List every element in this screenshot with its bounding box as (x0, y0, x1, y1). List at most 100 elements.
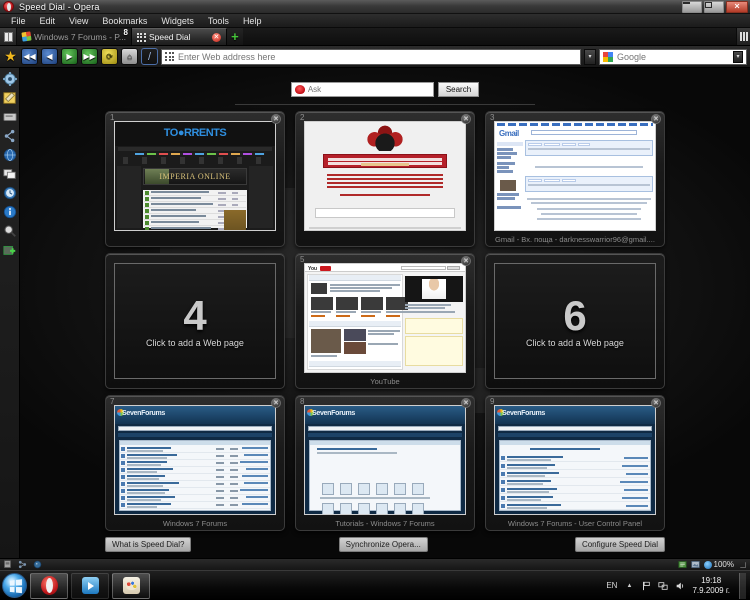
maximize-button[interactable] (704, 0, 724, 13)
speed-dial-cell-3[interactable]: 3 ✕ Gmail Gmail - Вх. поща - darknesswar… (485, 111, 665, 247)
panel-toggle-button[interactable] (0, 28, 17, 45)
image-toggle-icon[interactable] (3, 560, 12, 569)
search-input[interactable] (617, 51, 729, 62)
close-icon[interactable]: ✕ (271, 398, 281, 408)
cell-number: 8 (300, 397, 305, 406)
close-icon[interactable]: ✕ (461, 256, 471, 266)
synchronize-opera-button[interactable]: Synchronize Opera... (338, 537, 428, 552)
address-input[interactable] (178, 51, 577, 62)
cell-caption: Windows 7 Forums (162, 519, 228, 528)
fit-to-width-icon[interactable] (677, 560, 687, 569)
magnifier-icon[interactable] (3, 224, 17, 238)
rewind-button[interactable]: ◀◀ (21, 48, 38, 65)
configure-speed-dial-button[interactable]: Configure Speed Dial (574, 537, 665, 552)
windows-start-orb-icon[interactable] (2, 573, 27, 598)
image-mode-icon[interactable] (690, 560, 700, 569)
what-is-speed-dial-button[interactable]: What is Speed Dial? (105, 537, 192, 552)
address-dropdown-button[interactable]: ▾ (584, 48, 596, 65)
cell-thumbnail: Gmail (494, 121, 656, 231)
search-dropdown-button[interactable]: ▾ (733, 50, 743, 63)
add-panel-icon[interactable] (2, 243, 17, 257)
drive-icon[interactable] (2, 110, 17, 124)
ask-search-button[interactable]: Search (437, 81, 480, 97)
fast-forward-button[interactable]: ▶▶ (81, 48, 98, 65)
windows-stack-icon[interactable] (2, 167, 17, 181)
back-button[interactable]: ◀ (41, 48, 58, 65)
home-button[interactable]: ⌂ (121, 48, 138, 65)
menu-widgets[interactable]: Widgets (155, 15, 200, 27)
close-icon[interactable]: ✕ (461, 398, 471, 408)
address-bar[interactable] (161, 48, 581, 65)
taskbar-paint[interactable] (112, 572, 150, 599)
taskbar-media-player[interactable] (71, 572, 109, 599)
menu-file[interactable]: File (5, 15, 32, 27)
speed-dial-cell-1[interactable]: 1 ✕ TO●RRENTS IMPERIA ONLINE (105, 111, 285, 247)
gear-icon[interactable] (2, 72, 17, 86)
cell-thumbnail: SevenForums (494, 405, 656, 515)
history-clock-icon[interactable] (3, 186, 17, 200)
speed-dial-cell-5[interactable]: 5 ✕ You YouTube (295, 253, 475, 389)
new-tab-button[interactable]: + (227, 28, 243, 45)
panel-toggle-icon (3, 31, 13, 42)
cell-caption: Windows 7 Forums - User Control Panel (507, 519, 643, 528)
tab-menu-button[interactable] (736, 28, 750, 45)
reload-button[interactable]: ⟳ (101, 48, 118, 65)
stop-button[interactable]: / (141, 48, 158, 65)
close-icon: ✕ (734, 3, 740, 10)
tab-close-icon[interactable]: ✕ (211, 32, 221, 42)
fast-forward-icon: ▶▶ (83, 52, 96, 61)
menu-view[interactable]: View (63, 15, 94, 27)
close-button[interactable]: ✕ (726, 0, 748, 13)
search-bar[interactable]: ▾ (599, 48, 747, 65)
tab-speed-dial[interactable]: Speed Dial ✕ (131, 28, 227, 45)
show-hidden-icons-button[interactable]: ▲ (624, 581, 634, 591)
cookie-icon[interactable] (33, 560, 42, 569)
speed-dial-cell-2[interactable]: 2 ✕ (295, 111, 475, 247)
zoom-control[interactable]: 100% (703, 560, 734, 569)
notes-pencil-icon[interactable] (2, 91, 17, 105)
close-icon[interactable]: ✕ (651, 398, 661, 408)
speed-dial-cell-9[interactable]: 9 ✕ SevenForums Windows 7 Forums - User … (485, 395, 665, 531)
taskbar-clock[interactable]: 19:18 7.9.2009 г. (692, 576, 730, 596)
forward-button[interactable]: ▶ (61, 48, 78, 65)
menu-tools[interactable]: Tools (202, 15, 235, 27)
menu-help[interactable]: Help (237, 15, 268, 27)
cell-number: 1 (110, 113, 115, 122)
cell-thumbnail: You (304, 263, 466, 373)
speed-dial-cell-6[interactable]: 6 Click to add a Web page (485, 253, 665, 389)
cell-thumbnail: SevenForums (304, 405, 466, 515)
close-icon[interactable]: ✕ (651, 114, 661, 124)
cell-caption: Tutorials - Windows 7 Forums (335, 519, 435, 528)
close-icon[interactable]: ✕ (271, 114, 281, 124)
taskbar-opera[interactable] (30, 572, 68, 599)
close-icon[interactable]: ✕ (461, 114, 471, 124)
tab-windows7-forums[interactable]: Windows 7 Forums - P... 8 (17, 28, 132, 45)
show-desktop-button[interactable] (739, 572, 746, 599)
links-icon[interactable] (3, 129, 17, 143)
star-icon[interactable]: ★ (3, 49, 18, 64)
menu-bookmarks[interactable]: Bookmarks (96, 15, 153, 27)
flag-icon[interactable] (641, 581, 651, 591)
menu-edit[interactable]: Edit (34, 15, 62, 27)
info-icon[interactable] (3, 205, 17, 219)
speed-dial-grid-icon (165, 52, 174, 61)
volume-icon[interactable] (675, 581, 685, 591)
language-indicator[interactable]: EN (606, 581, 617, 590)
globe-icon[interactable] (3, 148, 17, 162)
title-bar: Speed Dial - Opera ✕ (0, 0, 750, 14)
resize-grip-icon[interactable] (738, 560, 747, 569)
ask-search-input[interactable] (307, 84, 430, 94)
network-icon[interactable] (658, 581, 669, 591)
google-icon (603, 51, 613, 62)
ask-search-box[interactable] (290, 81, 434, 97)
media-player-icon (81, 577, 99, 594)
speed-dial-cell-7[interactable]: 7 ✕ SevenForums Windows 7 Forums (105, 395, 285, 531)
minimize-button[interactable] (682, 0, 702, 13)
zoom-level: 100% (713, 560, 734, 569)
speed-dial-cell-8[interactable]: 8 ✕ SevenForums Tutorials - Windows 7 Fo… (295, 395, 475, 531)
window-title: Speed Dial - Opera (19, 1, 100, 12)
proxy-icon[interactable] (18, 560, 27, 569)
speed-dial-cell-4[interactable]: 4 Click to add a Web page (105, 253, 285, 389)
cell-thumbnail: TO●RRENTS IMPERIA ONLINE (114, 121, 276, 231)
windows-taskbar: EN ▲ 19:18 7.9.2009 г. (0, 570, 750, 600)
